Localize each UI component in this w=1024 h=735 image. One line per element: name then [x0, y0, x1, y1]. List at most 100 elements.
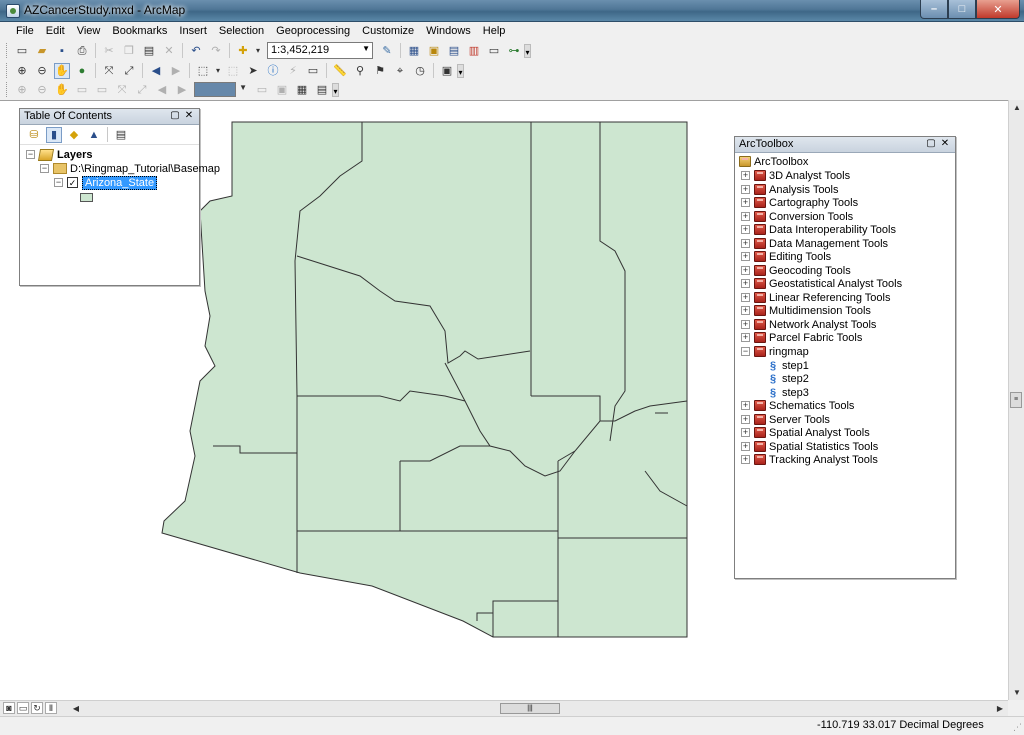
data-view-icon[interactable]: ◙: [3, 702, 15, 714]
identify-icon[interactable]: ⓘ: [265, 63, 281, 79]
new-document-icon[interactable]: ▭: [14, 43, 30, 59]
pause-drawing-icon[interactable]: Ⅱ: [45, 702, 57, 714]
toc-folder-row[interactable]: − D:\Ringmap_Tutorial\Basemap: [40, 162, 220, 175]
fixed-zoom-in-icon[interactable]: ⤧: [101, 63, 117, 79]
toolbar-grip[interactable]: [6, 63, 9, 78]
copy-icon[interactable]: ❐: [121, 43, 137, 59]
expand-icon[interactable]: +: [741, 415, 750, 424]
menu-geoprocessing[interactable]: Geoprocessing: [270, 23, 356, 39]
expand-icon[interactable]: +: [741, 198, 750, 207]
measure-icon[interactable]: 📏: [332, 63, 348, 79]
map-scale-combo[interactable]: 1:3,452,219 ▼: [267, 42, 373, 59]
toolbox-item[interactable]: + Editing Tools: [741, 250, 831, 263]
zoom-in-icon[interactable]: ⊕: [14, 63, 30, 79]
auto-hide-icon[interactable]: ▢: [925, 138, 937, 150]
scroll-down-icon[interactable]: ▼: [1009, 685, 1024, 700]
collapse-icon[interactable]: −: [26, 150, 35, 159]
toolbar-overflow-chevron[interactable]: ▾: [524, 43, 531, 58]
focus-data-frame-icon[interactable]: ▣: [274, 82, 290, 98]
close-icon[interactable]: ✕: [939, 138, 951, 150]
expand-icon[interactable]: +: [741, 279, 750, 288]
select-dropdown-icon[interactable]: ▾: [215, 63, 221, 79]
scroll-left-icon[interactable]: ◀: [68, 701, 84, 716]
expand-icon[interactable]: +: [741, 401, 750, 410]
layout-zoom-out-icon[interactable]: ⊖: [34, 82, 50, 98]
table-of-contents-window[interactable]: Table Of Contents ▢ ✕ ⛁ ▮ ◆ ▲ ▤ − Layers…: [19, 108, 220, 286]
forward-extent-icon[interactable]: ▶: [168, 63, 184, 79]
toc-layer-label[interactable]: Arizona_State: [82, 175, 158, 190]
layout-zoom-combo[interactable]: ▼: [194, 82, 247, 97]
menu-edit[interactable]: Edit: [40, 23, 71, 39]
list-by-drawing-order-icon[interactable]: ⛁: [26, 127, 42, 143]
arctoolbox-title-bar[interactable]: ArcToolbox ▢ ✕: [735, 137, 955, 153]
menu-help[interactable]: Help: [477, 23, 512, 39]
arizona-state-outline[interactable]: [161, 121, 688, 638]
toolbox-item[interactable]: + Geocoding Tools: [741, 264, 851, 277]
search-window-icon[interactable]: ▤: [446, 43, 462, 59]
add-data-dropdown-icon[interactable]: ▾: [255, 43, 261, 59]
toolbox-item[interactable]: + Analysis Tools: [741, 183, 839, 196]
layer-visibility-checkbox[interactable]: ✓: [67, 177, 78, 188]
layout-zoom-in-icon[interactable]: ⊕: [14, 82, 30, 98]
expand-icon[interactable]: +: [741, 306, 750, 315]
menu-windows[interactable]: Windows: [420, 23, 477, 39]
toolbox-item[interactable]: + 3D Analyst Tools: [741, 169, 850, 182]
resize-grip-icon[interactable]: ⋰: [1013, 722, 1022, 733]
save-icon[interactable]: ▪: [54, 43, 70, 59]
toc-title-bar[interactable]: Table Of Contents ▢ ✕: [20, 109, 199, 125]
collapse-icon[interactable]: −: [54, 178, 63, 187]
data-driven-pages-icon[interactable]: ▤: [314, 82, 330, 98]
full-extent-icon[interactable]: ●: [74, 63, 90, 79]
redo-icon[interactable]: ↷: [208, 43, 224, 59]
toolbox-item[interactable]: + Cartography Tools: [741, 196, 858, 209]
clear-selection-icon[interactable]: ⬚: [225, 63, 241, 79]
toc-options-icon[interactable]: ▤: [113, 127, 129, 143]
editor-toolbar-icon[interactable]: ✎: [379, 43, 395, 59]
auto-hide-icon[interactable]: ▢: [169, 110, 181, 122]
collapse-icon[interactable]: −: [40, 164, 49, 173]
chevron-down-icon[interactable]: ▼: [239, 83, 247, 92]
list-by-selection-icon[interactable]: ▲: [86, 127, 102, 143]
undo-icon[interactable]: ↶: [188, 43, 204, 59]
toolbox-item[interactable]: + Data Management Tools: [741, 237, 888, 250]
toc-layer-row[interactable]: − ✓ Arizona_State: [54, 175, 158, 190]
menu-customize[interactable]: Customize: [356, 23, 420, 39]
toolbox-item[interactable]: + Spatial Analyst Tools: [741, 426, 870, 439]
create-viewer-window-icon[interactable]: ▣: [439, 63, 455, 79]
maximize-button[interactable]: □: [948, 0, 976, 19]
scroll-up-icon[interactable]: ▲: [1009, 100, 1024, 115]
toggle-draft-mode-icon[interactable]: ▭: [254, 82, 270, 98]
vertical-scroll-thumb[interactable]: ≡: [1010, 392, 1022, 408]
script-tool-item[interactable]: § step3: [767, 386, 809, 399]
menu-view[interactable]: View: [71, 23, 107, 39]
toolbar-overflow-chevron[interactable]: ▾: [457, 63, 464, 78]
python-window-icon[interactable]: ▭: [486, 43, 502, 59]
zoom-100-icon[interactable]: ▭: [94, 82, 110, 98]
fixed-zoom-out-icon[interactable]: ⤢: [121, 63, 137, 79]
open-icon[interactable]: ▰: [34, 43, 50, 59]
back-extent-icon[interactable]: ◀: [148, 63, 164, 79]
horizontal-scroll-thumb[interactable]: |||: [500, 703, 560, 714]
find-route-icon[interactable]: ⚑: [372, 63, 388, 79]
toolbox-item[interactable]: + Data Interoperability Tools: [741, 223, 896, 236]
find-icon[interactable]: ⚲: [352, 63, 368, 79]
list-by-source-icon[interactable]: ▮: [46, 126, 62, 143]
arctoolbox-window[interactable]: ArcToolbox ▢ ✕ ArcToolbox + 3D Analyst T…: [734, 136, 956, 579]
cut-icon[interactable]: ✂: [101, 43, 117, 59]
html-popup-icon[interactable]: ▭: [305, 63, 321, 79]
menu-bookmarks[interactable]: Bookmarks: [106, 23, 173, 39]
change-layout-icon[interactable]: ▦: [294, 82, 310, 98]
model-builder-icon[interactable]: ⊶: [506, 43, 522, 59]
close-button[interactable]: ✕: [976, 0, 1020, 19]
chevron-down-icon[interactable]: ▼: [362, 44, 370, 53]
minimize-button[interactable]: –: [920, 0, 948, 19]
fixed-zoom-in-layout-icon[interactable]: ⤧: [114, 82, 130, 98]
go-forward-extent-layout-icon[interactable]: ▶: [174, 82, 190, 98]
layout-view-icon[interactable]: ▭: [17, 702, 29, 714]
toolbox-item[interactable]: + Server Tools: [741, 413, 830, 426]
toolbox-item[interactable]: + Conversion Tools: [741, 210, 853, 223]
expand-icon[interactable]: +: [741, 212, 750, 221]
toolbar-grip[interactable]: [6, 82, 9, 97]
expand-icon[interactable]: +: [741, 293, 750, 302]
print-icon[interactable]: ⎙: [74, 43, 90, 59]
